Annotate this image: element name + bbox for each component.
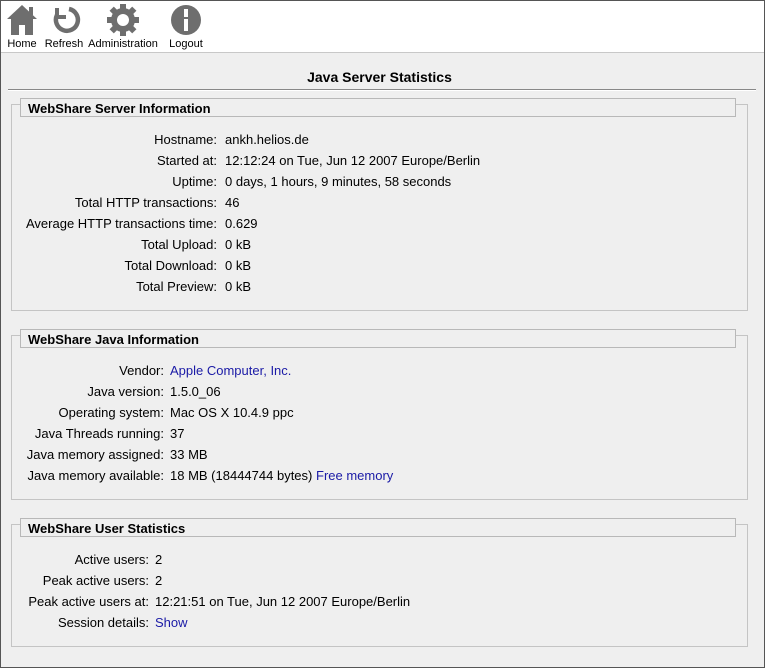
home-icon <box>7 5 37 35</box>
total-upload-label: Total Upload: <box>141 237 217 252</box>
threads-value: 37 <box>170 426 185 441</box>
hostname-label: Hostname: <box>154 132 217 147</box>
total-preview-value: 0 kB <box>225 279 252 294</box>
hostname-value: ankh.helios.de <box>225 132 309 147</box>
peak-users-at-value: 12:21:51 on Tue, Jun 12 2007 Europe/Berl… <box>155 594 411 609</box>
user-stats-section: WebShare User Statistics Active users: 2… <box>11 518 748 647</box>
administration-button[interactable]: Administration <box>88 3 158 50</box>
logout-button[interactable]: Logout <box>167 3 205 50</box>
java-version-value: 1.5.0_06 <box>170 384 221 399</box>
total-upload-value: 0 kB <box>225 237 252 252</box>
memory-available-text: 18 MB (18444744 bytes) <box>170 468 313 483</box>
os-label: Operating system: <box>58 405 165 420</box>
started-at-value: 12:12:24 on Tue, Jun 12 2007 Europe/Berl… <box>225 153 481 168</box>
toolbar: Home Refresh Administration Logout <box>1 1 764 53</box>
vendor-link[interactable]: Apple Computer, Inc. <box>170 362 291 379</box>
window: Home Refresh Administration Logout Java … <box>0 0 765 668</box>
uptime-label: Uptime: <box>172 174 217 189</box>
power-icon <box>171 5 201 35</box>
gear-icon <box>107 4 139 36</box>
peak-users-label: Peak active users: <box>42 573 149 588</box>
session-details-label: Session details: <box>57 615 149 630</box>
average-http-transactions-time-label: Average HTTP transactions time: <box>26 216 217 231</box>
total-preview-label: Total Preview: <box>136 279 217 294</box>
os-value: Mac OS X 10.4.9 ppc <box>170 405 294 420</box>
java-info-heading: WebShare Java Information <box>20 329 736 348</box>
vendor-label: Vendor: <box>119 363 164 378</box>
average-http-transactions-time-value: 0.629 <box>225 216 258 231</box>
free-memory-link[interactable]: Free memory <box>316 468 393 483</box>
total-download-label: Total Download: <box>124 258 218 273</box>
uptime-value: 0 days, 1 hours, 9 minutes, 58 seconds <box>225 174 452 189</box>
home-button[interactable]: Home <box>5 3 39 50</box>
total-download-value: 0 kB <box>225 258 252 273</box>
title-divider <box>8 89 756 91</box>
administration-label: Administration <box>88 38 158 50</box>
memory-available-value: 18 MB (18444744 bytes) Free memory <box>170 467 393 484</box>
threads-label: Java Threads running: <box>34 426 164 441</box>
active-users-value: 2 <box>155 552 163 567</box>
logout-label: Logout <box>169 38 203 50</box>
memory-available-label: Java memory available: <box>27 468 164 483</box>
java-info-section: WebShare Java Information Vendor: Apple … <box>11 329 748 500</box>
memory-assigned-label: Java memory assigned: <box>26 447 164 462</box>
memory-assigned-value: 33 MB <box>170 447 208 462</box>
started-at-label: Started at: <box>157 153 217 168</box>
server-info-heading: WebShare Server Information <box>20 98 736 117</box>
refresh-button[interactable]: Refresh <box>43 3 85 50</box>
user-stats-heading: WebShare User Statistics <box>20 518 736 537</box>
java-version-label: Java version: <box>87 384 164 399</box>
session-details-show-link[interactable]: Show <box>155 614 188 631</box>
peak-users-value: 2 <box>155 573 163 588</box>
server-info-section: WebShare Server Information Hostname: ank… <box>11 98 748 311</box>
refresh-label: Refresh <box>44 38 84 50</box>
total-http-transactions-value: 46 <box>225 195 240 210</box>
home-label: Home <box>7 38 37 50</box>
peak-users-at-label: Peak active users at: <box>28 594 149 609</box>
total-http-transactions-label: Total HTTP transactions: <box>74 195 217 210</box>
page-title: Java Server Statistics <box>307 69 452 85</box>
active-users-label: Active users: <box>74 552 149 567</box>
refresh-icon <box>53 6 81 34</box>
